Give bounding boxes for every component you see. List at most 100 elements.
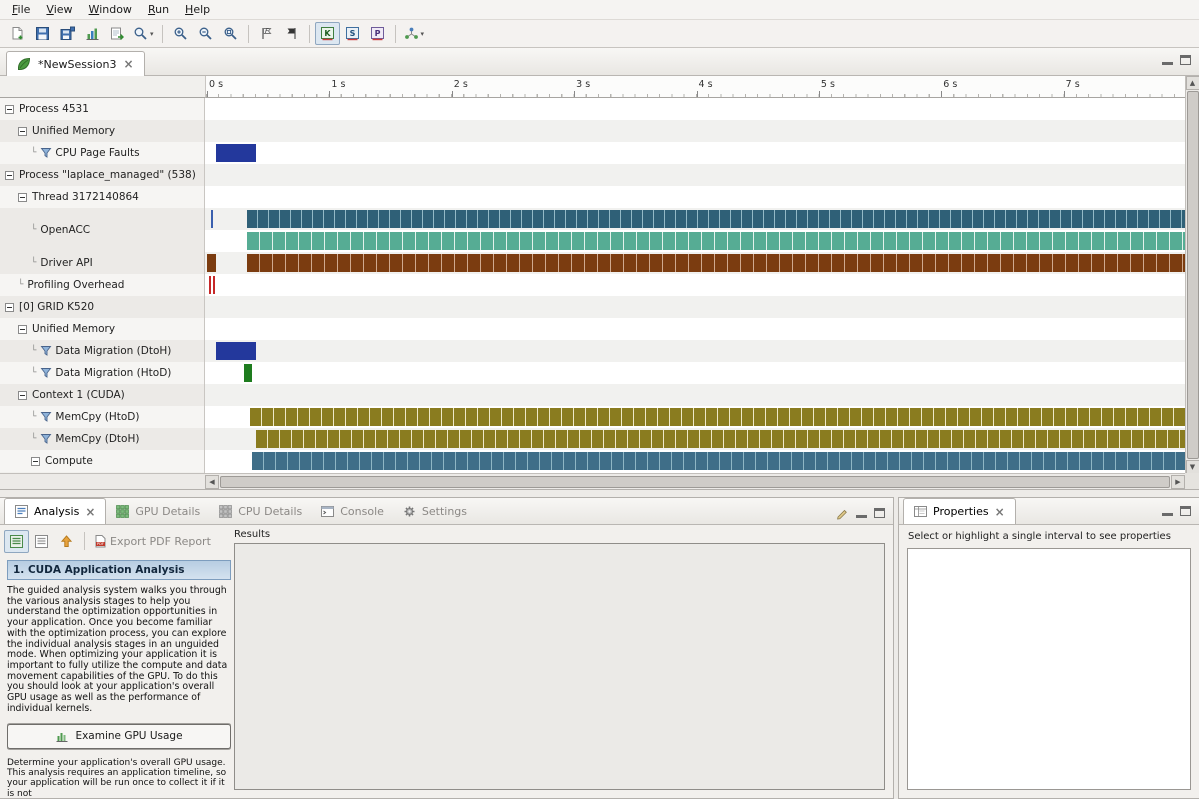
maximize-icon[interactable]: [874, 508, 885, 518]
vscroll-thumb[interactable]: [1187, 91, 1199, 459]
timeline-row-data-migration-dtoh[interactable]: └Data Migration (DtoH): [0, 340, 204, 362]
timeline-row-0-grid-k520[interactable]: [0] GRID K520: [0, 296, 204, 318]
menu-window[interactable]: Window: [81, 1, 140, 18]
timeline-row-label: [0] GRID K520: [19, 301, 94, 313]
tab-console[interactable]: Console: [311, 498, 393, 524]
zoom-in-button[interactable]: [168, 22, 193, 45]
timeline-row-compute[interactable]: Compute: [0, 450, 204, 472]
timeline-row-thread-3172140864[interactable]: Thread 3172140864: [0, 186, 204, 208]
timeline-row-cpu-page-faults[interactable]: └CPU Page Faults: [0, 142, 204, 164]
scroll-left-icon[interactable]: ◀: [205, 475, 219, 489]
tab-cpu-details[interactable]: CPU Details: [209, 498, 311, 524]
timeline-row-profiling-overhead[interactable]: └Profiling Overhead: [0, 274, 204, 296]
timeline-row-openacc[interactable]: └OpenACC: [0, 208, 204, 252]
close-tab-icon[interactable]: ×: [994, 507, 1006, 517]
guided-analysis-button[interactable]: [4, 530, 29, 553]
timeline-row-label: Profiling Overhead: [27, 279, 124, 291]
gpu-usage-icon: [55, 729, 69, 743]
tab-label: Properties: [933, 505, 989, 518]
collapse-toggle-icon[interactable]: [18, 325, 27, 334]
search-button[interactable]: ▾: [130, 22, 157, 45]
new-session-button[interactable]: [5, 22, 30, 45]
promote-results-button[interactable]: [54, 530, 79, 553]
close-tab-icon[interactable]: ×: [122, 59, 134, 69]
timeline-row-context-1-cuda[interactable]: Context 1 (CUDA): [0, 384, 204, 406]
timeline-row-process-4531[interactable]: Process 4531: [0, 98, 204, 120]
menu-run[interactable]: Run: [140, 1, 177, 18]
timeline-row-unified-memory[interactable]: Unified Memory: [0, 318, 204, 340]
pc-p-button[interactable]: P: [365, 22, 390, 45]
tab-properties[interactable]: Properties ×: [903, 498, 1016, 524]
kernel-k-button[interactable]: K: [315, 22, 340, 45]
ruler-tick-mark: [697, 91, 698, 97]
hscroll-thumb[interactable]: [220, 476, 1170, 488]
marker-run-button[interactable]: F: [254, 22, 279, 45]
collapse-toggle-icon[interactable]: [18, 127, 27, 136]
close-tab-icon[interactable]: ×: [84, 507, 96, 517]
cpu-tab-icon: [218, 504, 233, 519]
timeline-row-data-migration-htod[interactable]: └Data Migration (HtoD): [0, 362, 204, 384]
tab-settings[interactable]: Settings: [393, 498, 476, 524]
timeline-bar[interactable]: [211, 210, 213, 228]
collapse-toggle-icon[interactable]: [5, 105, 14, 114]
collapse-toggle-icon[interactable]: [5, 303, 14, 312]
collapse-toggle-icon[interactable]: [18, 391, 27, 400]
minimize-icon[interactable]: [1162, 506, 1173, 516]
collapse-toggle-icon[interactable]: [5, 171, 14, 180]
timeline-bar[interactable]: [216, 342, 256, 360]
save-all-button[interactable]: [55, 22, 80, 45]
menu-help[interactable]: Help: [177, 1, 218, 18]
timeline-bar[interactable]: [252, 452, 1185, 470]
scroll-up-icon[interactable]: ▲: [1186, 76, 1199, 90]
source-s-button[interactable]: S: [340, 22, 365, 45]
scroll-right-icon[interactable]: ▶: [1171, 475, 1185, 489]
timeline-row-memcpy-dtoh[interactable]: └MemCpy (DtoH): [0, 428, 204, 450]
collapse-toggle-icon[interactable]: [18, 193, 27, 202]
maximize-icon[interactable]: [1180, 55, 1191, 65]
save-button[interactable]: [30, 22, 55, 45]
timeline-editor: *NewSession3 × 0 s1 s2 s3 s4 s5 s6 s7 s8…: [0, 48, 1199, 490]
timeline-row-process-laplace-managed-538[interactable]: Process "laplace_managed" (538): [0, 164, 204, 186]
timeline-tracks[interactable]: [205, 98, 1185, 474]
menu-view[interactable]: View: [38, 1, 80, 18]
vertical-scrollbar[interactable]: ▲ ▼: [1185, 76, 1199, 474]
timeline-bar[interactable]: [207, 254, 216, 272]
export-pdf-button[interactable]: PDF Export PDF Report: [90, 530, 214, 553]
examine-gpu-usage-button[interactable]: Examine GPU Usage: [7, 724, 231, 749]
analysis-stage-title: 1. CUDA Application Analysis: [7, 560, 231, 580]
scroll-down-icon[interactable]: ▼: [1186, 460, 1199, 474]
maximize-icon[interactable]: [1180, 506, 1191, 516]
timeline-bar[interactable]: [247, 232, 1185, 250]
horizontal-scrollbar[interactable]: ◀ ▶: [205, 473, 1185, 489]
timeline-bar[interactable]: [209, 276, 211, 294]
marker-back-button[interactable]: [279, 22, 304, 45]
analysis-guide-column: 1. CUDA Application Analysis The guided …: [7, 560, 231, 798]
timeline-bar[interactable]: [247, 254, 1185, 272]
timeline-row-driver-api[interactable]: └Driver API: [0, 252, 204, 274]
tree-connector-icon: └: [31, 225, 36, 235]
export-report-button[interactable]: [105, 22, 130, 45]
timeline-bar[interactable]: [213, 276, 215, 294]
tab-analysis[interactable]: Analysis×: [4, 498, 106, 524]
editor-tab-session[interactable]: *NewSession3 ×: [6, 51, 145, 76]
toolbar-separator: [309, 25, 310, 43]
timeline-bar[interactable]: [247, 210, 1185, 228]
zoom-out-button[interactable]: [193, 22, 218, 45]
timeline-bar[interactable]: [250, 408, 1185, 426]
menu-file[interactable]: File: [4, 1, 38, 18]
timeline-row-unified-memory[interactable]: Unified Memory: [0, 120, 204, 142]
profile-button[interactable]: [80, 22, 105, 45]
timeline-bar[interactable]: [256, 430, 1185, 448]
tab-gpu-details[interactable]: GPU Details: [106, 498, 209, 524]
unguided-analysis-button[interactable]: [29, 530, 54, 553]
view-menu-icon[interactable]: [835, 506, 849, 520]
collapse-toggle-icon[interactable]: [31, 457, 40, 466]
analysis-flow-button[interactable]: ▾: [401, 22, 428, 45]
svg-text:S: S: [349, 29, 355, 38]
timeline-bar[interactable]: [216, 144, 256, 162]
timeline-bar[interactable]: [244, 364, 253, 382]
timeline-row-memcpy-htod[interactable]: └MemCpy (HtoD): [0, 406, 204, 428]
minimize-icon[interactable]: [856, 508, 867, 518]
minimize-icon[interactable]: [1162, 55, 1173, 65]
zoom-fit-button[interactable]: [218, 22, 243, 45]
